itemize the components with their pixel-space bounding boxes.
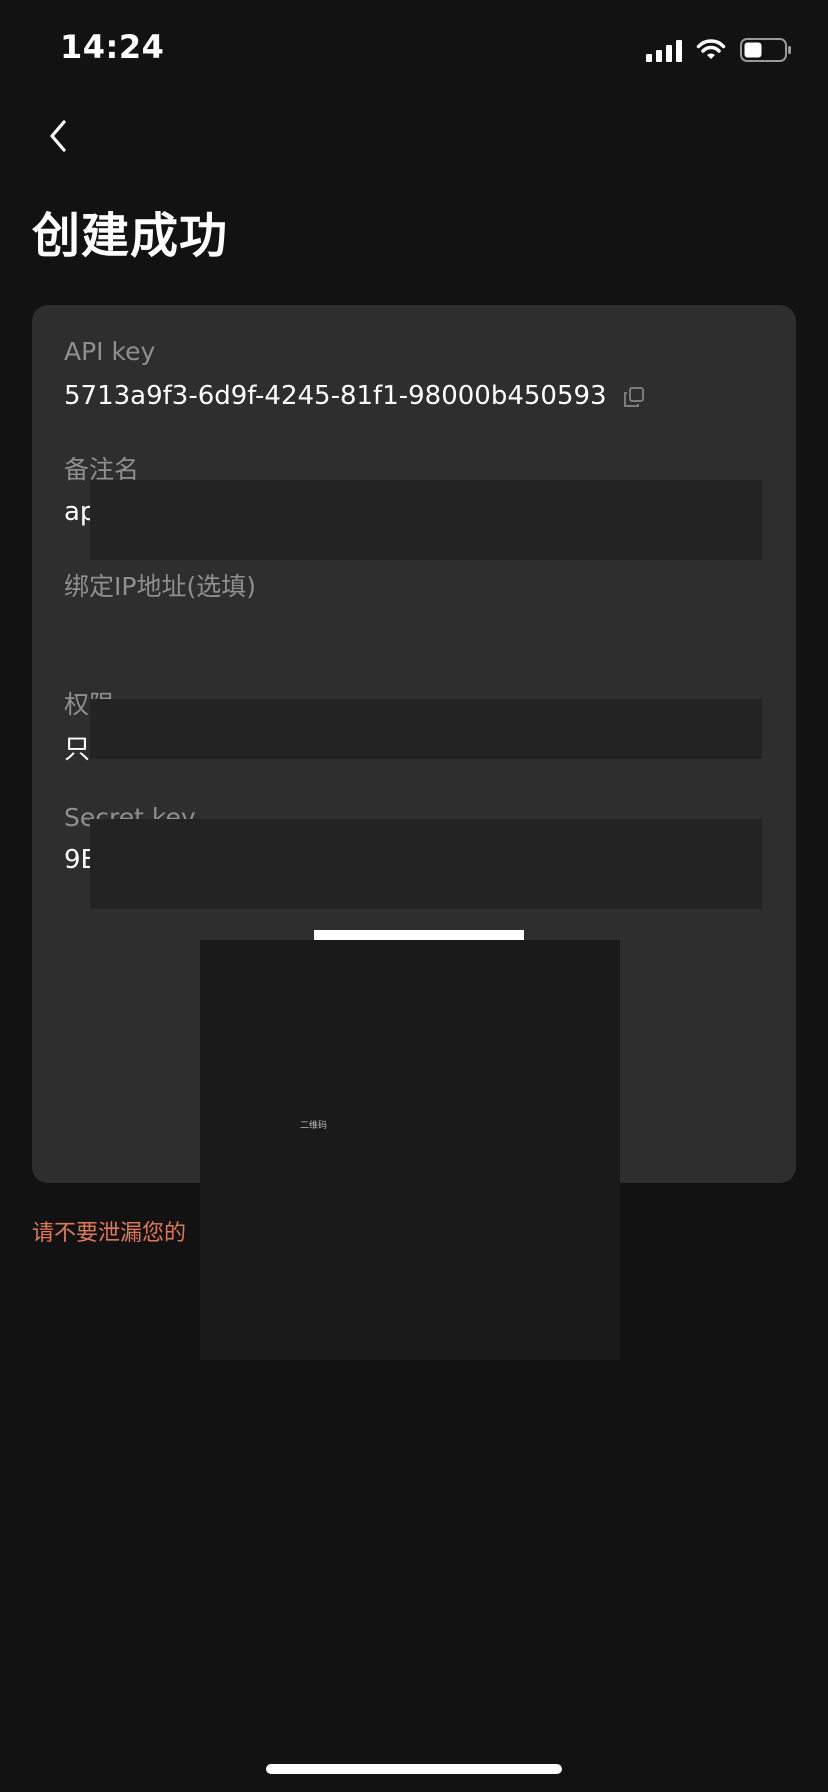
status-time: 14:24 (60, 28, 165, 66)
bind-ip-label: 绑定IP地址(选填) (64, 572, 256, 601)
permission-value: 只 (64, 735, 91, 765)
back-button[interactable] (36, 116, 80, 160)
chevron-left-icon (46, 118, 70, 158)
page-title: 创建成功 (32, 208, 229, 264)
wifi-icon (696, 39, 726, 61)
api-key-label: API key (64, 337, 156, 366)
status-icons (646, 34, 792, 66)
remark-redaction (90, 480, 762, 560)
signal-bars-icon (646, 38, 682, 62)
permission-redaction (90, 699, 762, 759)
qr-caption: 二维码 (300, 1121, 328, 1131)
security-warning: 请不要泄漏您的 (32, 1221, 187, 1246)
qr-overlay: 二维码 (200, 940, 620, 1360)
battery-icon (740, 38, 792, 62)
home-indicator[interactable] (266, 1764, 562, 1774)
api-key-row: 5713a9f3-6d9f-4245-81f1-98000b450593 (64, 381, 645, 411)
api-key-value: 5713a9f3-6d9f-4245-81f1-98000b450593 (64, 381, 607, 411)
status-bar: 14:24 (0, 0, 828, 100)
secret-key-redaction (90, 819, 762, 909)
copy-icon[interactable] (623, 385, 645, 407)
